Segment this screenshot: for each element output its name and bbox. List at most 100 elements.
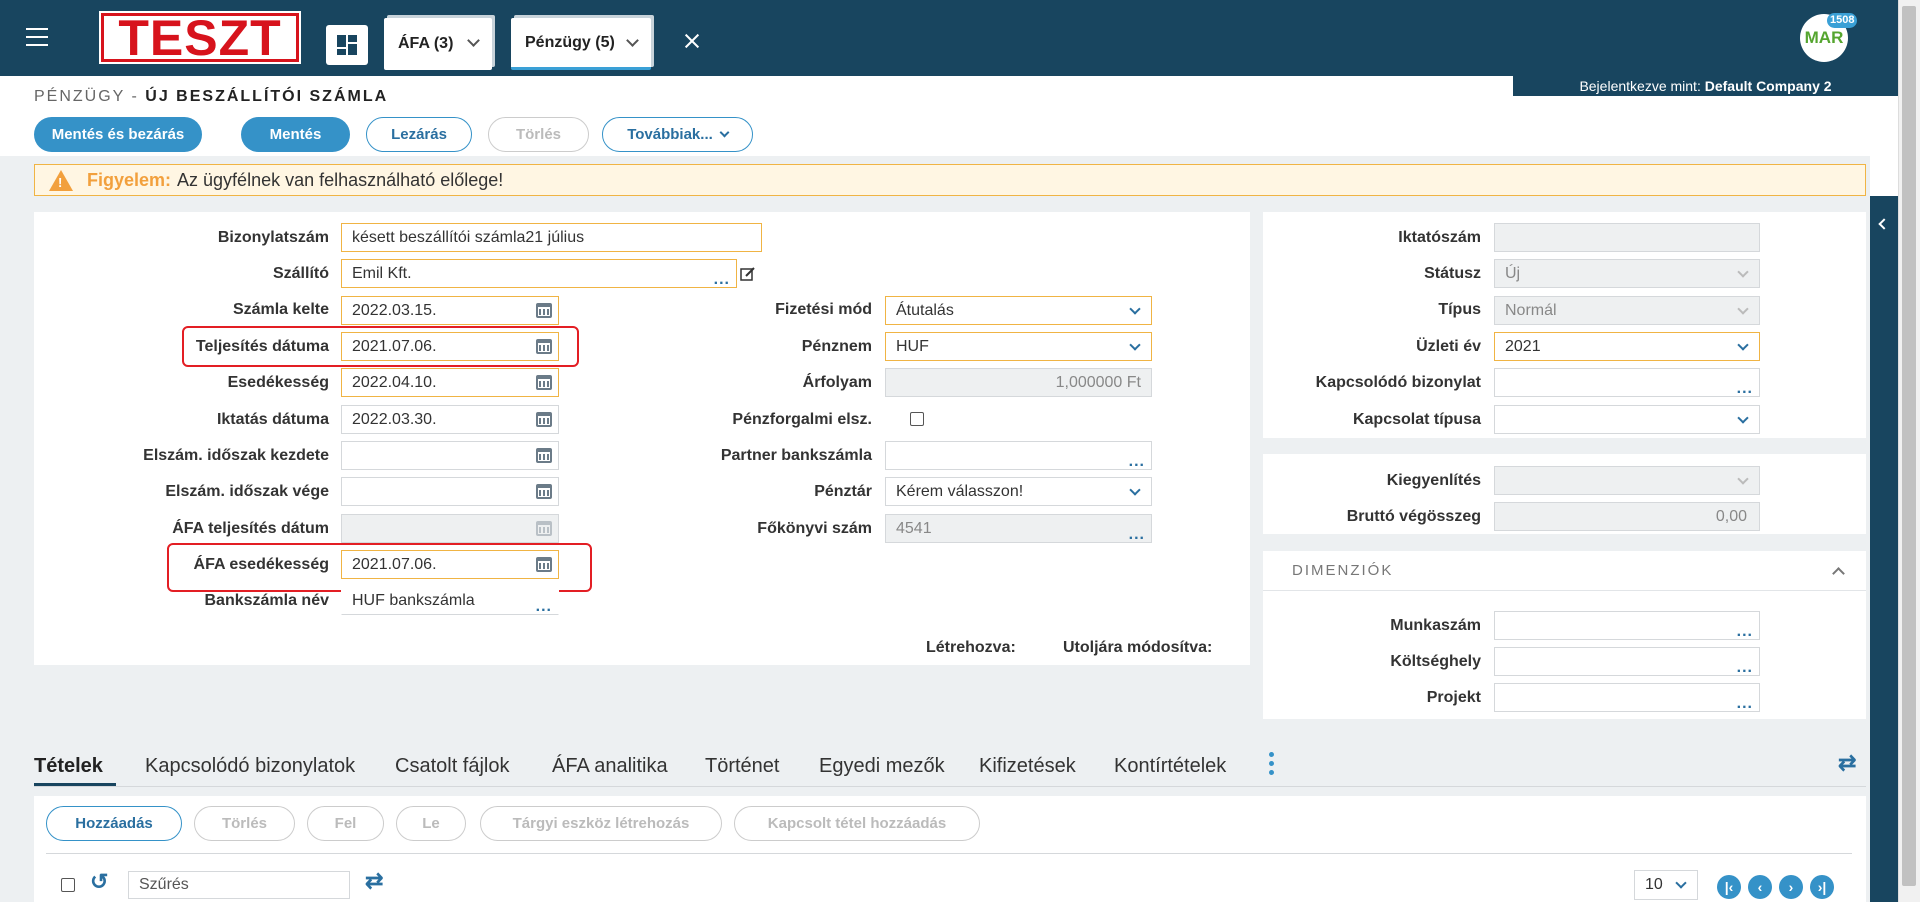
chevron-down-icon <box>1737 473 1749 485</box>
iktatas-datuma-label: Iktatás dátuma <box>216 411 329 428</box>
iktatas-datuma-input[interactable]: 2022.03.30. <box>341 405 559 434</box>
arfolyam-input: 1,000000 Ft <box>885 368 1152 397</box>
calendar-icon[interactable] <box>536 484 552 499</box>
penztar-label: Pénztár <box>814 483 872 500</box>
save-close-button[interactable]: Mentés és bezárás <box>34 117 202 152</box>
save-button[interactable]: Mentés <box>241 117 350 152</box>
tipus-select: Normál <box>1494 296 1760 325</box>
next-page-icon[interactable]: › <box>1779 875 1803 899</box>
hamburger-menu-icon[interactable] <box>26 28 48 46</box>
login-info: Bejelentkezve mint: Default Company 2 <box>1513 76 1898 96</box>
elszam-vege-input[interactable] <box>341 477 559 506</box>
delete-item-button[interactable]: Törlés <box>194 806 295 841</box>
calendar-icon[interactable] <box>536 375 552 390</box>
chevron-down-icon <box>1737 339 1749 351</box>
close-icon[interactable] <box>683 32 701 50</box>
created-label: Létrehozva: <box>926 639 1016 656</box>
lookup-icon[interactable]: ... <box>536 599 552 615</box>
more-tabs-icon[interactable] <box>1269 752 1275 779</box>
tab-tetelek[interactable]: Tételek <box>34 755 103 778</box>
tipus-label: Típus <box>1438 301 1481 318</box>
bankszamla-nev-input[interactable]: HUF bankszámla... <box>341 586 559 615</box>
fizetesi-mod-select[interactable]: Átutalás <box>885 296 1152 325</box>
highlight-box <box>167 543 592 592</box>
lock-button[interactable]: Lezárás <box>366 117 472 152</box>
penztar-select[interactable]: Kérem válasszon! <box>885 477 1152 506</box>
move-down-button[interactable]: Le <box>396 806 466 841</box>
tab-tortenet[interactable]: Történet <box>705 755 779 778</box>
statusz-value: Új <box>1505 265 1521 282</box>
tab-kontirtetelek[interactable]: Kontírtételek <box>1114 755 1226 778</box>
more-button[interactable]: Továbbiak... <box>602 117 753 152</box>
projekt-input[interactable]: ... <box>1494 683 1760 712</box>
scrollbar-thumb[interactable] <box>1902 6 1916 886</box>
elszam-kezdete-input[interactable] <box>341 441 559 470</box>
tab-kifizetesek[interactable]: Kifizetések <box>979 755 1076 778</box>
notification-badge: 1508 <box>1827 13 1858 28</box>
add-item-button[interactable]: Hozzáadás <box>46 806 182 841</box>
szamla-kelte-input[interactable]: 2022.03.15. <box>341 296 559 325</box>
modified-label: Utoljára módosítva: <box>1063 639 1213 656</box>
move-up-button[interactable]: Fel <box>307 806 384 841</box>
calendar-icon[interactable] <box>536 412 552 427</box>
lookup-icon[interactable]: ... <box>1737 660 1753 676</box>
tab-csatolt-fajlok[interactable]: Csatolt fájlok <box>395 755 510 778</box>
dashboard-button[interactable] <box>326 25 368 65</box>
page-size-select[interactable]: 10 <box>1634 870 1698 900</box>
active-tab-indicator <box>34 783 116 786</box>
lookup-icon[interactable]: ... <box>1737 696 1753 712</box>
calendar-icon[interactable] <box>536 448 552 463</box>
kapcsolat-tipusa-select[interactable] <box>1494 405 1760 434</box>
lookup-icon[interactable]: ... <box>1737 624 1753 640</box>
dimensions-title[interactable]: DIMENZIÓK <box>1292 562 1393 579</box>
lookup-icon[interactable]: ... <box>1129 454 1145 470</box>
lookup-icon[interactable]: ... <box>1737 381 1753 397</box>
swap-icon[interactable]: ⇄ <box>1838 750 1856 776</box>
calendar-icon[interactable] <box>536 303 552 318</box>
first-page-icon[interactable]: |‹ <box>1717 875 1741 899</box>
uzleti-ev-select[interactable]: 2021 <box>1494 332 1760 361</box>
top-bar: TESZT ÁFA (3) Pénzügy (5) MAR 1508 <box>0 0 1898 76</box>
side-panel-toggle[interactable] <box>1870 196 1898 902</box>
esedekesseg-input[interactable]: 2022.04.10. <box>341 368 559 397</box>
chevron-down-icon <box>1129 484 1141 496</box>
add-linked-item-button[interactable]: Kapcsolt tétel hozzáadás <box>734 806 980 841</box>
arfolyam-label: Árfolyam <box>802 374 872 391</box>
module-tab-afa[interactable]: ÁFA (3) <box>384 18 492 70</box>
delete-button[interactable]: Törlés <box>488 117 589 152</box>
statusz-select: Új <box>1494 259 1760 288</box>
breadcrumb-section[interactable]: PÉNZÜGY - <box>34 88 139 105</box>
lookup-icon[interactable]: ... <box>714 272 730 288</box>
dashboard-icon <box>337 35 357 55</box>
penzforgalmi-checkbox[interactable] <box>910 412 924 426</box>
refresh-icon[interactable]: ↺ <box>90 869 108 895</box>
kapcsolodo-input[interactable]: ... <box>1494 368 1760 397</box>
bizonylatszam-input[interactable]: késett beszállítói számla21 július <box>341 223 762 252</box>
module-tab-penzugy[interactable]: Pénzügy (5) <box>511 18 651 70</box>
edit-icon[interactable] <box>740 266 756 282</box>
uzleti-ev-value: 2021 <box>1505 338 1541 355</box>
divider <box>46 853 1852 854</box>
tab-egyedi-mezok[interactable]: Egyedi mezők <box>819 755 945 778</box>
szamla-kelte-value: 2022.03.15. <box>352 302 437 319</box>
chevron-down-icon <box>467 34 480 47</box>
prev-page-icon[interactable]: ‹ <box>1748 875 1772 899</box>
select-all-checkbox[interactable] <box>61 878 75 892</box>
koltseghely-input[interactable]: ... <box>1494 647 1760 676</box>
swap-icon[interactable]: ⇄ <box>365 868 383 894</box>
highlight-box <box>182 326 579 367</box>
tab-afa-analitika[interactable]: ÁFA analitika <box>552 755 668 778</box>
chevron-down-icon <box>1129 303 1141 315</box>
chevron-down-icon <box>1737 412 1749 424</box>
munkaszam-input[interactable]: ... <box>1494 611 1760 640</box>
tabs-divider <box>34 786 1866 787</box>
partner-bankszamla-input[interactable]: ... <box>885 441 1152 470</box>
tab-kapcsolodo-bizonylatok[interactable]: Kapcsolódó bizonylatok <box>145 755 355 778</box>
last-page-icon[interactable]: ›| <box>1810 875 1834 899</box>
create-asset-button[interactable]: Tárgyi eszköz létrehozás <box>480 806 722 841</box>
penznem-select[interactable]: HUF <box>885 332 1152 361</box>
warning-title: Figyelem: <box>87 169 172 190</box>
filter-input[interactable]: Szűrés <box>128 871 350 899</box>
szallito-input[interactable]: Emil Kft. ... <box>341 259 737 288</box>
lookup-icon: ... <box>1128 526 1145 543</box>
